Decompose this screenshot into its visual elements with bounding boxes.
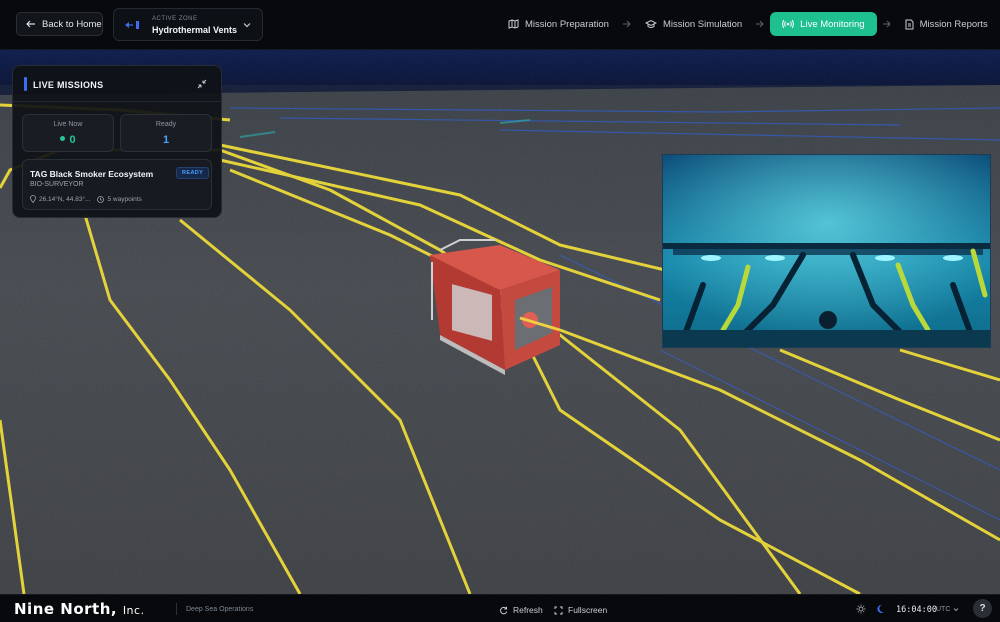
fullscreen-label: Fullscreen [568,605,608,615]
moon-icon[interactable] [877,604,885,614]
arrow-left-icon [26,20,35,28]
active-zone-label: ACTIVE ZONE [152,16,198,22]
chevron-down-icon[interactable] [953,607,959,612]
mission-waypoints: 5 waypoints [107,195,142,203]
mission-card[interactable]: TAG Black Smoker Ecosystem READY BIO-SUR… [22,159,212,210]
arrow-right-icon [756,20,764,28]
mission-location: 26.14°N, 44.83°... [39,195,91,203]
status-badge: READY [176,167,210,179]
sun-icon[interactable] [856,604,866,614]
ready-value: 1 [162,134,170,146]
step-mission-reports[interactable]: Mission Reports [897,12,996,36]
bottom-status-bar: Nine North, Inc. Deep Sea Operations Ref… [0,594,1000,622]
live-now-label: Live Now [53,121,83,128]
active-zone-value: Hydrothermal Vents [152,25,238,35]
mission-meta: 26.14°N, 44.83°... 5 waypoints [30,195,142,203]
ready-stat: Ready 1 [120,114,212,152]
collapse-icon[interactable] [197,79,207,89]
brand-logo: Nine North, Inc. [14,600,145,618]
fullscreen-icon [554,606,563,614]
refresh-icon [500,606,508,614]
timezone-label[interactable]: UTC [936,606,950,613]
active-zone-selector[interactable]: ACTIVE ZONE Hydrothermal Vents [113,8,263,41]
map-icon [508,19,519,29]
refresh-label: Refresh [513,605,543,615]
panel-title: LIVE MISSIONS [33,80,104,90]
step-mission-simulation[interactable]: Mission Simulation [637,12,750,36]
broadcast-icon [782,19,795,29]
step-label: Live Monitoring [800,18,865,30]
app-subtitle: Deep Sea Operations [186,606,254,613]
back-to-home-label: Back to Home [42,18,102,30]
ready-label: Ready [155,121,177,128]
panel-header: LIVE MISSIONS [13,66,221,102]
arrow-right-icon [882,20,891,28]
clock-time: 16:04:00 [896,605,937,615]
mission-name: TAG Black Smoker Ecosystem [30,169,154,179]
fullscreen-button[interactable]: Fullscreen [554,605,607,615]
location-pin-icon [30,195,36,203]
zone-arrows-icon [125,21,139,29]
step-mission-preparation[interactable]: Mission Preparation [500,12,617,36]
help-button[interactable]: ? [973,599,992,618]
refresh-button[interactable]: Refresh [499,605,543,615]
live-missions-panel: LIVE MISSIONS Live Now 0 Ready 1 TAG Bla… [12,65,222,218]
document-icon [905,19,914,29]
top-navigation-bar: Back to Home ACTIVE ZONE Hydrothermal Ve… [0,0,1000,50]
step-label: Mission Preparation [525,18,609,30]
arrow-right-icon [622,20,631,28]
clock-icon [97,195,105,203]
live-now-value: 0 [23,134,113,146]
live-now-stat: Live Now 0 [22,114,114,152]
back-to-home-button[interactable]: Back to Home [16,12,103,36]
step-live-monitoring[interactable]: Live Monitoring [770,12,877,36]
divider [176,603,177,615]
step-label: Mission Simulation [662,18,743,30]
graduation-cap-icon [644,19,657,28]
chevron-down-icon [243,23,251,28]
step-label: Mission Reports [919,18,988,30]
workflow-steps: Mission Preparation Mission Simulation L… [500,12,996,36]
accent-bar [24,77,27,91]
mission-type: BIO-SURVEYOR [30,181,84,188]
camera-feed[interactable] [662,154,991,348]
live-status-dot [60,136,66,141]
